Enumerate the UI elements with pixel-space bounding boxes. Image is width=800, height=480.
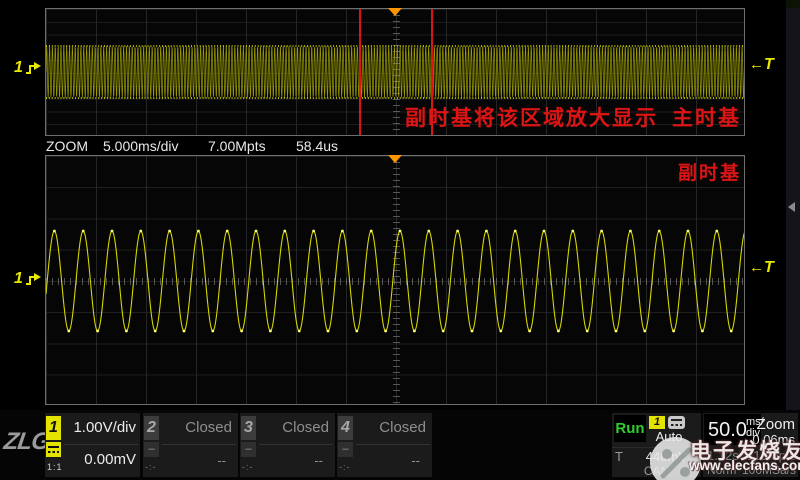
channel1-level-icon <box>24 60 42 76</box>
right-strip-glow <box>786 0 800 8</box>
zoom-trigger-position-marker[interactable] <box>388 155 402 163</box>
zoom-window-left-edge[interactable] <box>359 9 361 135</box>
cell-divider <box>259 444 333 445</box>
left-arrow-icon: ← <box>749 259 764 276</box>
channel4-badge: 4 <box>338 416 353 440</box>
run-status[interactable]: Run <box>614 415 646 442</box>
acquire-mode: Norm <box>707 463 736 477</box>
main-timebase-label: 主时基 <box>672 102 741 132</box>
channel3-offset: -- <box>314 453 323 468</box>
channel1-badge: 1 <box>46 416 61 440</box>
zoom-points: 7.00Mpts <box>208 138 266 154</box>
channel2-badge: 2 <box>144 416 159 440</box>
channel3-probe-ratio: -:- <box>242 462 254 472</box>
channel1-offset: 0.00mV <box>84 451 136 468</box>
zoom-info-bar: ZOOM 5.000ms/div 7.00Mpts 58.4us <box>0 138 800 154</box>
channel3-status: Closed <box>282 419 329 436</box>
cell-divider <box>356 444 430 445</box>
trigger-coupling-icon <box>668 416 685 429</box>
channel2-status-cell[interactable]: 2 – -:- Closed -- <box>143 413 238 477</box>
record-points: 112Mpts <box>747 448 796 463</box>
channel4-offset: -- <box>411 453 420 468</box>
channel1-status-cell[interactable]: 1 1:1 1.00V/div 0.00mV <box>45 413 140 477</box>
trigger-t-label: T <box>615 449 623 464</box>
channel2-status: Closed <box>185 419 232 436</box>
right-menu-strip <box>786 0 800 410</box>
trigger-mode: Auto <box>647 429 691 444</box>
menu-collapse-arrow-icon[interactable] <box>788 202 795 212</box>
channel3-status-cell[interactable]: 3 – -:- Closed -- <box>240 413 335 477</box>
channel1-number: 1 <box>14 59 23 77</box>
channel4-status: Closed <box>379 419 426 436</box>
channel4-probe-ratio: -:- <box>339 462 351 472</box>
cell-divider <box>64 444 138 445</box>
main-trigger-position-marker[interactable] <box>388 8 402 16</box>
timebase-cell[interactable]: 50.0 ms/ div Zoom 0.06ms 1.12s 112Mpts N… <box>703 413 798 477</box>
zoom-delay: 58.4us <box>296 138 338 154</box>
main-timebase-value: 50.0 <box>708 419 747 442</box>
zoom-region-annotation: 副时基将该区域放大显示 主时基 <box>405 102 741 132</box>
run-trigger-cell[interactable]: Run 1 Auto T 440mV CAN <box>612 413 701 477</box>
channel1-level-icon <box>24 271 42 287</box>
channel2-offset: -- <box>217 453 226 468</box>
channel1-number: 1 <box>14 270 23 288</box>
zoom-delay-value: 0.06ms <box>752 432 795 447</box>
status-bar: ZLG® 1 1:1 1.00V/div 0.00mV 2 – -:- Clos… <box>0 410 800 480</box>
main-trigger-level-marker[interactable]: ←T <box>749 56 774 74</box>
record-time: 1.12s <box>707 448 739 463</box>
trigger-t-label: T <box>764 259 774 276</box>
cell-divider <box>162 444 236 445</box>
trigger-type: CAN <box>612 464 701 478</box>
zoom-timebase: 5.000ms/div <box>103 138 178 154</box>
trigger-t-label: T <box>764 56 774 73</box>
channel4-coupling-icon: – <box>338 442 353 457</box>
zoom-region-text: 副时基将该区域放大显示 <box>405 102 658 132</box>
left-arrow-icon: ← <box>749 56 764 73</box>
channel3-badge: 3 <box>241 416 256 440</box>
trigger-source-badge: 1 <box>649 416 665 429</box>
channel1-scale: 1.00V/div <box>73 419 136 436</box>
channel1-probe-ratio: 1:1 <box>47 462 63 472</box>
zoom-channel1-marker[interactable]: 1 <box>14 270 42 288</box>
main-center-ruler <box>393 9 400 135</box>
trigger-level-value: 440mV <box>646 449 687 464</box>
channel3-coupling-icon: – <box>241 442 256 457</box>
channel4-status-cell[interactable]: 4 – -:- Closed -- <box>337 413 432 477</box>
channel2-probe-ratio: -:- <box>145 462 157 472</box>
channel1-dc-coupling-icon <box>46 442 61 457</box>
channel2-coupling-icon: – <box>144 442 159 457</box>
main-timebase-graticule: 副时基将该区域放大显示 主时基 <box>45 8 745 136</box>
zoom-label: Zoom <box>757 416 795 433</box>
main-channel1-marker[interactable]: 1 <box>14 59 42 77</box>
zoom-title: ZOOM <box>46 138 88 154</box>
sample-rate: 100MSa/s <box>742 463 796 477</box>
zoom-trigger-level-marker[interactable]: ←T <box>749 259 774 277</box>
zoom-waveform-svg <box>46 156 744 404</box>
cell-divider <box>612 447 701 448</box>
sub-timebase-label: 副时基 <box>678 158 741 185</box>
oscilloscope-screen: 副时基将该区域放大显示 主时基 1 ←T ZOOM 5.000ms/div 7.… <box>0 0 800 480</box>
sub-timebase-graticule: 副时基 <box>45 155 745 405</box>
